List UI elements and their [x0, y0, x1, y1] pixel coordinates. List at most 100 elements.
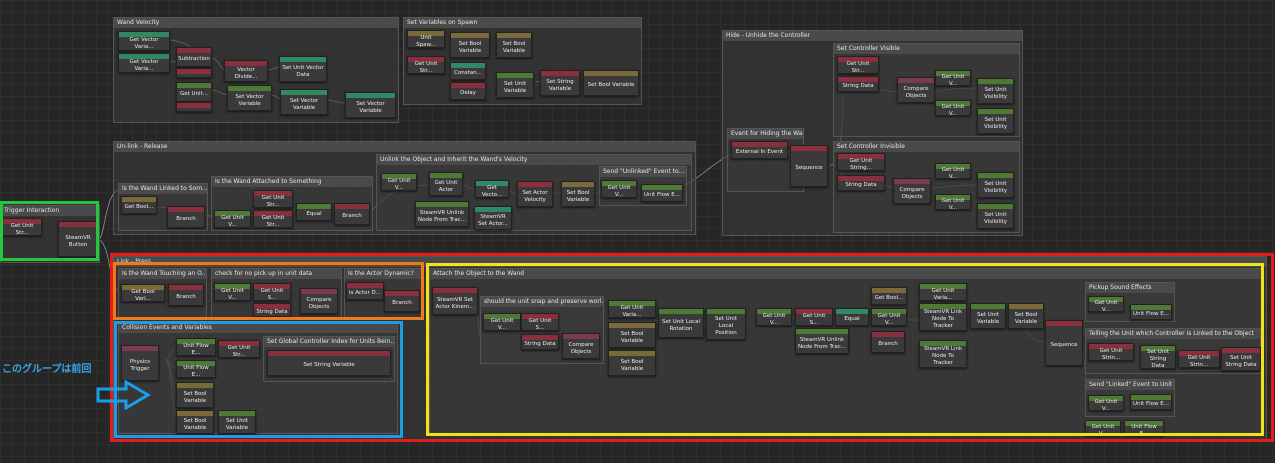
get-unit-v-node[interactable]: Get Unit V... [1085, 420, 1121, 436]
set-unit-visibility-node[interactable]: Set Unit Visibility [977, 78, 1014, 104]
sequence-node[interactable]: Sequence [790, 145, 828, 187]
set-unit-string-data-node[interactable]: Set Unit String Data [1140, 345, 1176, 369]
get-unit-v-node[interactable]: Get Unit V... [1088, 296, 1124, 312]
equal-node[interactable]: Equal [835, 308, 869, 326]
get-unit-str-node[interactable]: Get Unit Str... [218, 340, 260, 358]
steamvr-link-node[interactable]: SteamVR Link Node To Tracker [919, 303, 967, 331]
equal-node[interactable]: Equal [296, 203, 332, 221]
get-unit-v-node[interactable]: Get Unit V... [935, 163, 971, 179]
branch-node[interactable]: Branch [384, 290, 420, 312]
set-unit-vector-data-node[interactable]: Set Unit Vector Data [279, 56, 327, 82]
get-unit-str-node[interactable]: Get Unit Str... [2, 218, 42, 236]
connector-node[interactable] [176, 68, 212, 78]
get-unit-string-node[interactable]: Get Unit Strin... [1178, 350, 1220, 368]
constant-node[interactable]: Constan... [450, 62, 486, 80]
string-data-node[interactable]: String Data [253, 303, 291, 317]
set-actor-velocity-node[interactable]: Set Actor Velocity [517, 181, 553, 207]
set-bool-variable-node[interactable]: Set Bool Variable [450, 32, 490, 58]
set-bool-variable-node[interactable]: Set Bool Variable [583, 70, 639, 96]
get-unit-str-node[interactable]: Get Unit Str... [253, 210, 293, 228]
vector-divide-node[interactable]: Vector Divide... [224, 60, 268, 82]
get-unit-variable-node[interactable]: Get Unit Varia... [919, 283, 967, 301]
get-unit-v-node[interactable]: Get Unit V... [935, 194, 971, 210]
steamvr-set-actor-kinematic-node[interactable]: SteamVR Set Actor Kinem... [432, 287, 478, 315]
compare-objects-node[interactable]: Compare Objects [300, 288, 338, 314]
set-bool-variable-node[interactable]: Set Bool Variable [176, 410, 214, 434]
get-unit-str-node[interactable]: Get Unit Str... [407, 56, 445, 74]
set-unit-local-rotation-node[interactable]: Set Unit Local Rotation [658, 308, 704, 338]
set-unit-local-position-node[interactable]: Set Unit Local Position [706, 308, 746, 340]
get-unit-v-node[interactable]: Get Unit V... [871, 308, 907, 326]
compare-objects-node[interactable]: Compare Objects [562, 333, 600, 359]
get-unit-str-node[interactable]: Get Unit Str... [253, 190, 293, 208]
get-unit-v-node[interactable]: Get Unit V... [756, 308, 792, 326]
set-bool-variable-node[interactable]: Set Bool Variable [608, 322, 656, 348]
unit-flow-event-node[interactable]: Unit Flow E... [641, 184, 683, 202]
get-vector-variable-node[interactable]: Get Vector Varia... [118, 53, 170, 73]
get-unit-v-node[interactable]: Get Unit V... [1088, 395, 1124, 411]
unit-flow-event-node[interactable]: Unit Flow E... [1124, 420, 1164, 436]
get-unit-v-node[interactable]: Get Unit V... [214, 283, 251, 301]
external-event-node[interactable]: External In Event [731, 141, 788, 159]
branch-node[interactable]: Branch [334, 203, 370, 225]
set-unit-variable-node[interactable]: Set Unit Variable [496, 72, 534, 98]
set-bool-variable-node[interactable]: Set Bool Variable [561, 181, 595, 207]
get-unit-actor-node[interactable]: Get Unit Actor [429, 172, 463, 196]
get-unit-v-node[interactable]: Get Unit V... [483, 313, 521, 331]
get-vector-variable-node[interactable]: Get Vector Varia... [118, 31, 170, 51]
get-unit-node[interactable]: Get Unit... [176, 82, 212, 102]
get-bool-node[interactable]: Get Bool... [121, 196, 157, 214]
branch-node[interactable]: Branch [871, 331, 905, 353]
get-unit-s-node[interactable]: Get Unit S... [795, 308, 833, 326]
branch-node[interactable]: Branch [168, 284, 204, 306]
string-data-node[interactable]: String Data [837, 175, 885, 191]
set-vector-variable-node[interactable]: Set Vector Variable [227, 85, 272, 111]
connector-node[interactable] [176, 102, 212, 112]
set-bool-variable-node[interactable]: Set Bool Variable [1008, 303, 1044, 329]
sequence-node[interactable]: Sequence [1045, 320, 1083, 366]
get-unit-v-node[interactable]: Get Unit V... [214, 210, 251, 228]
steamvr-button-node[interactable]: SteamVR Button [58, 221, 98, 257]
branch-node[interactable]: Branch [167, 206, 205, 228]
compare-objects-node[interactable]: Compare Objects [897, 77, 935, 103]
unit-flow-event-node[interactable]: Unit Flow E... [1130, 394, 1172, 410]
subtraction-node[interactable]: Subtraction [176, 47, 212, 67]
steamvr-set-actor-node[interactable]: SteamVR Set Actor... [474, 206, 512, 230]
set-string-variable-node[interactable]: Set String Variable [540, 70, 580, 96]
get-unit-v-node[interactable]: Get Unit V... [935, 70, 971, 86]
compare-objects-node[interactable]: Compare Objects [893, 178, 931, 204]
is-actor-dynamic-node[interactable]: Is Actor D... [346, 282, 384, 300]
steamvr-link-node[interactable]: SteamVR Link Node To Tracker [919, 340, 967, 368]
get-unit-v-node[interactable]: Get Unit V... [381, 173, 417, 191]
steamvr-unlink-node[interactable]: SteamVR Unlink Node From Trac... [415, 201, 469, 227]
set-vector-variable-node[interactable]: Set Vector Variable [345, 92, 396, 118]
get-unit-v-node[interactable]: Get Unit V... [601, 180, 637, 198]
set-unit-string-data-node[interactable]: Set Unit String Data [1221, 347, 1261, 371]
set-unit-visibility-node[interactable]: Set Unit Visibility [977, 108, 1014, 134]
set-bool-variable-node[interactable]: Set Bool Variable [496, 32, 532, 58]
set-unit-visibility-node[interactable]: Set Unit Visibility [977, 172, 1014, 198]
set-unit-variable-node[interactable]: Set Unit Variable [970, 303, 1006, 329]
set-string-variable-node[interactable]: Set String Variable [267, 350, 391, 376]
get-unit-string-node[interactable]: Get Unit String... [837, 153, 885, 171]
set-bool-variable-node[interactable]: Set Bool Variable [608, 350, 656, 376]
string-data-node[interactable]: String Data [837, 76, 879, 92]
set-bool-variable-node[interactable]: Set Bool Variable [176, 382, 214, 408]
get-bool-variable-node[interactable]: Get Bool Vari... [121, 284, 165, 302]
unit-flow-event-node[interactable]: Unit Flow E... [1130, 304, 1172, 320]
get-unit-variable-node[interactable]: Get Unit Varia... [608, 300, 656, 318]
delay-node[interactable]: Delay [450, 82, 486, 100]
get-bool-node[interactable]: Get Bool... [871, 287, 907, 305]
get-vector-node[interactable]: Get Vecto... [475, 180, 509, 198]
physics-trigger-node[interactable]: Physics Trigger [121, 345, 159, 381]
set-unit-variable-node[interactable]: Set Unit Variable [218, 410, 256, 434]
unit-flow-event-node[interactable]: Unit Flow E... [176, 360, 216, 378]
set-vector-variable-node[interactable]: Set Vector Variable [280, 89, 328, 115]
get-unit-s-node[interactable]: Get Unit S... [521, 313, 559, 331]
set-unit-visibility-node[interactable]: Set Unit Visibility [977, 203, 1014, 229]
get-unit-v-node[interactable]: Get Unit V... [935, 100, 971, 116]
get-unit-s-node[interactable]: Get Unit S... [253, 283, 291, 301]
get-unit-str-node[interactable]: Get Unit Str... [837, 56, 879, 74]
unit-spawn-node[interactable]: Unit Spaw... [407, 30, 445, 48]
unit-flow-event-node[interactable]: Unit Flow E... [176, 338, 216, 356]
